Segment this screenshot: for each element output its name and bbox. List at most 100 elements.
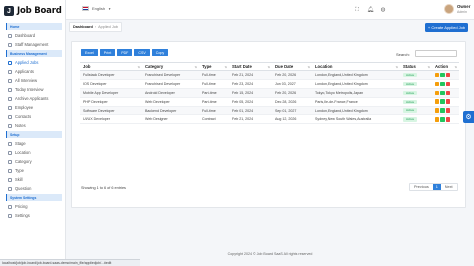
copy-link-icon[interactable] (435, 99, 440, 104)
pagination-next[interactable]: Next (441, 184, 457, 190)
language-selector[interactable]: English ▼ (82, 6, 111, 11)
edit-icon[interactable] (440, 108, 445, 113)
globe-icon[interactable]: ◍ (380, 7, 386, 13)
sort-icon: ⇅ (137, 65, 140, 69)
column-header-label: Type (202, 64, 212, 69)
sidebar-item-label: All Interview (15, 78, 38, 83)
sidebar-item-staff-management[interactable]: Staff Management (0, 40, 65, 49)
edit-icon[interactable] (440, 99, 445, 104)
table-cell: Android Developer (142, 88, 199, 98)
action-buttons (435, 81, 459, 87)
contacts-icon (8, 114, 12, 119)
sidebar-item-stage[interactable]: Stage (0, 139, 65, 148)
table-cell: Franchised Developer (142, 79, 199, 89)
breadcrumb: Dashboard › Applied Job (69, 22, 122, 32)
sidebar-item-skill[interactable]: Skill (0, 175, 65, 184)
column-header-location[interactable]: Location ⇅ (312, 62, 400, 71)
sidebar-item-notes[interactable]: Notes (0, 121, 65, 130)
export-pdf-button[interactable]: PDF (117, 49, 133, 56)
delete-icon[interactable] (445, 81, 451, 87)
avatar[interactable] (444, 4, 454, 14)
status-badge: Active (403, 108, 418, 113)
create-applied-job-button[interactable]: + Create Applied Job (425, 23, 468, 32)
sidebar-item-label: Category (15, 159, 32, 164)
status-badge: Active (403, 99, 418, 104)
edit-icon[interactable] (440, 90, 445, 95)
export-print-button[interactable]: Print (99, 49, 116, 56)
sidebar-item-label: Employee (15, 105, 34, 110)
delete-icon[interactable] (445, 108, 451, 113)
table-cell: IOS Developer (80, 79, 142, 89)
delete-icon[interactable] (445, 90, 451, 95)
search-input[interactable] (415, 50, 457, 57)
sidebar-item-settings[interactable]: Settings (0, 211, 65, 220)
edit-icon[interactable] (440, 81, 445, 87)
delete-icon[interactable] (445, 99, 451, 104)
column-header-job[interactable]: Job ⇅ (80, 62, 142, 71)
edit-icon[interactable] (440, 117, 445, 122)
sidebar-item-pricing[interactable]: Pricing (0, 202, 65, 211)
settings-gear-icon[interactable]: ⚙ (463, 111, 474, 123)
table-body: Fullstack Developer Franchised Developer F… (80, 70, 459, 125)
export-excel-button[interactable]: Excel (81, 49, 98, 56)
search-label: Search: (396, 52, 410, 57)
column-header-action[interactable]: Action ⇅ (432, 62, 459, 71)
export-csv-button[interactable]: CSV (134, 49, 150, 56)
column-header-type[interactable]: Type ⇅ (199, 62, 229, 71)
sidebar-item-question[interactable]: Question (0, 184, 65, 193)
pagination-page-1[interactable]: 1 (432, 184, 441, 190)
user-icon (8, 105, 12, 110)
copy-link-icon[interactable] (435, 72, 440, 78)
delete-icon[interactable] (445, 72, 451, 78)
sidebar-item-label: Settings (15, 213, 30, 218)
table-cell: Full-time (199, 79, 229, 89)
skill-icon (8, 177, 12, 182)
sidebar-item-label: Pricing (15, 204, 28, 209)
bell-icon[interactable]: 🔔︎ (367, 7, 374, 13)
table-cell: Feb 21, 2024 (229, 114, 272, 125)
sidebar-item-category[interactable]: Category (0, 157, 65, 166)
sidebar-item-label: Today Interview (15, 87, 44, 92)
sidebar-item-contacts[interactable]: Contacts (0, 112, 65, 121)
user-role: Admin (457, 10, 467, 14)
table-cell: Feb 23, 2024 (229, 79, 272, 89)
column-header-status[interactable]: Status ⇅ (400, 62, 432, 71)
sort-icon: ⇅ (454, 65, 457, 69)
sidebar-item-type[interactable]: Type (0, 166, 65, 175)
fullscreen-icon[interactable]: ⛶ (354, 7, 360, 13)
action-cell (432, 114, 459, 125)
column-header-due-date[interactable]: Due Date ⇅ (272, 62, 312, 71)
copy-link-icon[interactable] (435, 90, 440, 95)
sidebar-item-location[interactable]: Location (0, 148, 65, 157)
copy-link-icon[interactable] (435, 81, 440, 87)
breadcrumb-root[interactable]: Dashboard (73, 25, 93, 29)
question-icon (8, 186, 12, 191)
edit-icon[interactable] (440, 72, 445, 78)
sort-icon: ⇅ (267, 65, 270, 69)
sidebar-item-today-interview[interactable]: Today Interview (0, 85, 65, 94)
sidebar-item-applicants[interactable]: Applicants (0, 67, 65, 76)
pagination: Previous 1 Next (409, 183, 458, 191)
sidebar-item-employee[interactable]: Employee (0, 103, 65, 112)
sidebar-item-applied-jobs[interactable]: Applied Jobs (0, 58, 65, 67)
column-header-start-date[interactable]: Start Date ⇅ (229, 62, 272, 71)
logo[interactable]: J Job Board (0, 0, 65, 22)
sidebar-item-archive-applicants[interactable]: Archive Applicants (0, 94, 65, 103)
export-copy-button[interactable]: Copy (151, 49, 169, 56)
status-badge: Active (403, 90, 418, 95)
type-icon (8, 168, 12, 173)
sidebar-item-label: Applied Jobs (15, 60, 39, 65)
location-icon (8, 150, 12, 155)
pagination-previous[interactable]: Previous (410, 184, 433, 190)
table-row: PHP Developer Web Developer Part-time Feb 0… (80, 97, 459, 107)
sidebar-item-dashboard[interactable]: Dashboard (0, 31, 65, 40)
sidebar-item-all-interview[interactable]: All Interview (0, 76, 65, 85)
copy-link-icon[interactable] (435, 108, 440, 113)
user-icon (8, 69, 12, 74)
column-header-label: Start Date (232, 64, 252, 69)
copy-link-icon[interactable] (435, 117, 440, 122)
delete-icon[interactable] (445, 117, 451, 122)
table-cell: Active (400, 97, 432, 107)
table-cell: Web Designer (142, 114, 199, 125)
column-header-category[interactable]: Category ⇅ (142, 62, 199, 71)
